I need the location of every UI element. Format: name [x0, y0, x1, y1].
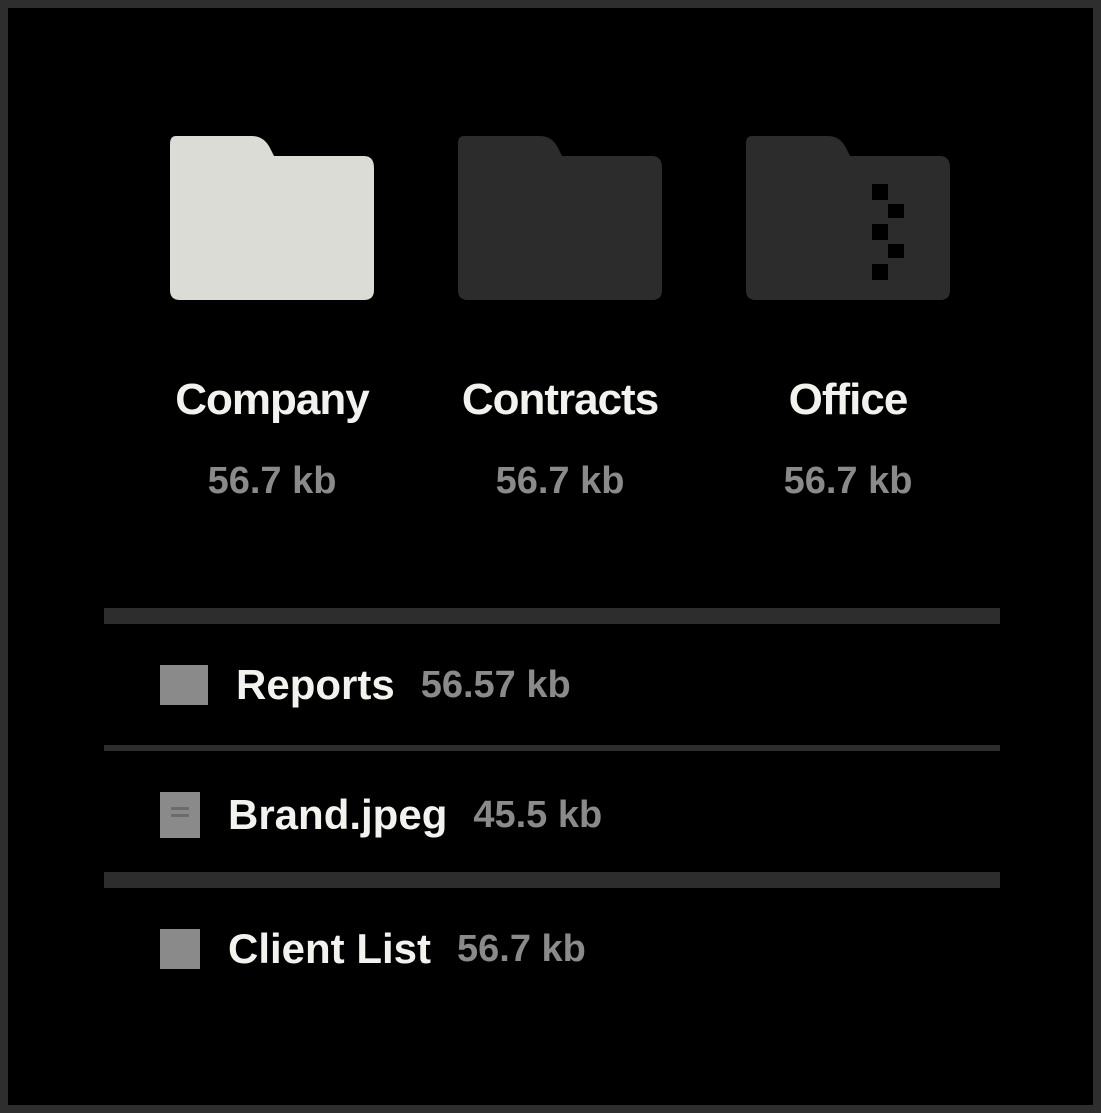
folder-contracts[interactable]: Contracts 56.7 kb: [416, 128, 704, 500]
document-icon: [160, 665, 208, 705]
folder-grid: Company 56.7 kb Contracts 56.7 kb Office…: [128, 128, 992, 500]
folder-name: Company: [175, 375, 369, 424]
document-icon: [160, 929, 200, 969]
file-name: Reports: [236, 661, 395, 708]
file-row-client-list[interactable]: Client List 56.7 kb: [104, 894, 1000, 1004]
row-divider: [104, 872, 1000, 888]
file-row-reports[interactable]: Reports 56.57 kb: [104, 630, 1000, 740]
folder-name: Office: [788, 375, 909, 424]
folder-size: 56.7 kb: [207, 460, 337, 502]
file-row-brand[interactable]: Brand.jpeg 45.5 kb: [104, 760, 1000, 870]
image-file-icon: [160, 792, 200, 838]
folder-icon: [458, 136, 662, 300]
folder-size: 56.7 kb: [783, 460, 913, 502]
file-size: 45.5 kb: [473, 794, 603, 836]
file-browser-panel: Company 56.7 kb Contracts 56.7 kb Office…: [0, 0, 1101, 1113]
folder-company[interactable]: Company 56.7 kb: [128, 128, 416, 500]
row-divider: [104, 745, 1000, 751]
folder-size: 56.7 kb: [495, 460, 625, 502]
zip-folder-icon: [746, 136, 950, 300]
file-name: Brand.jpeg: [228, 791, 448, 838]
folder-name: Contracts: [461, 375, 659, 424]
section-divider: [104, 608, 1000, 624]
folder-icon: [170, 136, 374, 300]
folder-office[interactable]: Office 56.7 kb: [704, 128, 992, 500]
file-name: Client List: [228, 925, 432, 972]
file-size: 56.57 kb: [420, 664, 571, 706]
file-size: 56.7 kb: [457, 928, 586, 970]
